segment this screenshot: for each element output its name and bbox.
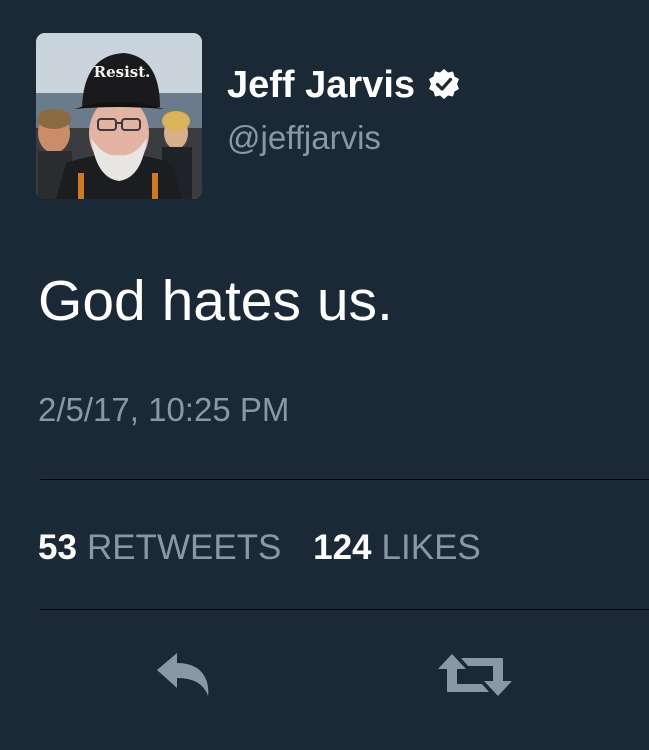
likes-label: LIKES — [381, 528, 481, 567]
retweets-count: 53 — [38, 528, 77, 567]
reply-icon — [157, 653, 209, 696]
avatar-photo: Resist. — [36, 33, 202, 199]
likes-count: 124 — [313, 528, 372, 567]
verified-badge-icon — [429, 69, 460, 99]
display-name[interactable]: Jeff Jarvis — [227, 66, 415, 104]
tweet-stats: 53 RETWEETS 124 LIKES — [38, 530, 481, 565]
divider — [40, 609, 649, 610]
retweet-icon — [438, 654, 512, 696]
display-name-row[interactable]: Jeff Jarvis — [227, 66, 461, 104]
divider — [40, 479, 649, 480]
retweets-stat[interactable]: 53 RETWEETS — [38, 528, 291, 567]
reply-button[interactable] — [155, 652, 211, 698]
user-handle[interactable]: @jeffjarvis — [227, 121, 381, 154]
hat-text: Resist. — [94, 63, 151, 81]
avatar[interactable]: Resist. — [36, 33, 202, 199]
likes-stat[interactable]: 124 LIKES — [313, 528, 481, 567]
tweet-text: God hates us. — [38, 269, 393, 333]
retweet-button[interactable] — [438, 652, 512, 698]
retweets-label: RETWEETS — [86, 528, 282, 567]
tweet-timestamp: 2/5/17, 10:25 PM — [38, 391, 290, 428]
